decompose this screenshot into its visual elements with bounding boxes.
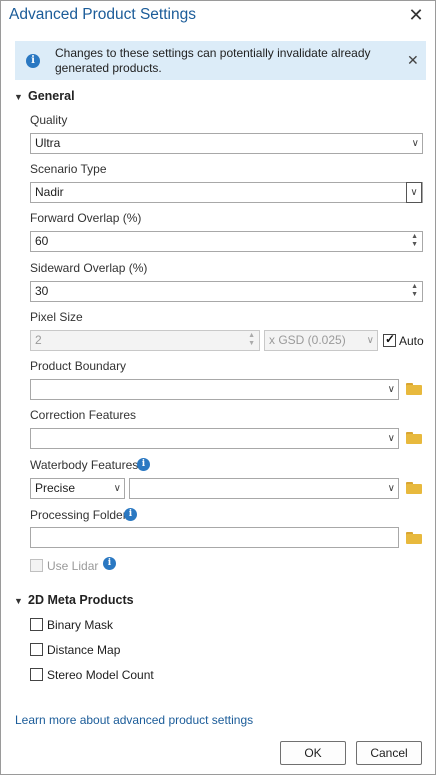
chevron-down-icon: ∨ <box>387 384 395 395</box>
pixel-size-unit: x GSD (0.025) <box>269 333 346 347</box>
forward-overlap-input[interactable]: 60 ▲ ▼ <box>30 231 423 252</box>
scenario-type-dropdown[interactable]: Nadir ∨ <box>30 182 423 203</box>
pixel-size-label: Pixel Size <box>30 310 83 324</box>
waterbody-features-label: Waterbody Features <box>30 458 139 472</box>
section-general[interactable]: ▼ General <box>14 89 75 103</box>
info-icon[interactable]: i <box>103 557 116 570</box>
info-banner: i Changes to these settings can potentia… <box>15 41 426 80</box>
processing-folder-label: Processing Folder <box>30 508 127 522</box>
banner-close-icon[interactable]: ✕ <box>407 52 419 69</box>
chevron-down-icon: ▼ <box>14 596 23 606</box>
chevron-down-icon: ∨ <box>411 138 419 149</box>
folder-icon[interactable] <box>406 482 422 494</box>
info-icon[interactable]: i <box>124 508 137 521</box>
chevron-down-icon: ∨ <box>113 483 121 494</box>
info-icon: i <box>26 54 40 68</box>
folder-icon[interactable] <box>406 383 422 395</box>
waterbody-features-dropdown[interactable]: ∨ <box>129 478 399 499</box>
folder-icon[interactable] <box>406 532 422 544</box>
spinner-icon[interactable]: ▲ ▼ <box>411 233 418 249</box>
pixel-size-value: 2 <box>35 333 42 347</box>
close-icon[interactable]: ✕ <box>406 5 426 25</box>
section-2d-meta-products-label: 2D Meta Products <box>28 593 134 607</box>
distance-map-checkbox[interactable] <box>30 643 43 656</box>
correction-features-label: Correction Features <box>30 408 137 422</box>
binary-mask-checkbox[interactable] <box>30 618 43 631</box>
info-icon[interactable]: i <box>137 458 150 471</box>
sideward-overlap-input[interactable]: 30 ▲ ▼ <box>30 281 423 302</box>
spinner-icon: ▲ ▼ <box>248 332 255 347</box>
scenario-type-value: Nadir <box>35 185 64 199</box>
ok-button[interactable]: OK <box>280 741 346 765</box>
quality-label: Quality <box>30 113 68 127</box>
forward-overlap-label: Forward Overlap (%) <box>30 211 142 225</box>
chevron-down-icon: ∨ <box>366 335 374 346</box>
sideward-overlap-value: 30 <box>35 284 49 298</box>
pixel-size-unit-dropdown[interactable]: x GSD (0.025) ∨ <box>264 330 378 351</box>
quality-dropdown[interactable]: Ultra ∨ <box>30 133 423 154</box>
pixel-size-input[interactable]: 2 ▲ ▼ <box>30 330 260 351</box>
stereo-model-count-checkbox[interactable] <box>30 668 43 681</box>
binary-mask-label: Binary Mask <box>47 618 114 632</box>
chevron-down-icon: ∨ <box>406 182 422 203</box>
section-2d-meta-products[interactable]: ▼ 2D Meta Products <box>14 593 134 607</box>
use-lidar-label: Use Lidar <box>47 559 99 573</box>
chevron-down-icon: ∨ <box>387 433 395 444</box>
waterbody-mode-dropdown[interactable]: Precise ∨ <box>30 478 125 499</box>
auto-label: Auto <box>399 334 424 348</box>
product-boundary-label: Product Boundary <box>30 359 127 373</box>
product-boundary-dropdown[interactable]: ∨ <box>30 379 399 400</box>
processing-folder-input[interactable] <box>30 527 399 548</box>
dialog-title: Advanced Product Settings <box>9 6 196 23</box>
chevron-down-icon: ▼ <box>14 92 23 102</box>
forward-overlap-value: 60 <box>35 234 49 248</box>
stereo-model-count-label: Stereo Model Count <box>47 668 154 682</box>
sideward-overlap-label: Sideward Overlap (%) <box>30 261 148 275</box>
cancel-button[interactable]: Cancel <box>356 741 422 765</box>
learn-more-link[interactable]: Learn more about advanced product settin… <box>15 713 253 727</box>
auto-checkbox[interactable] <box>383 332 396 347</box>
spinner-icon[interactable]: ▲ ▼ <box>411 283 418 299</box>
section-general-label: General <box>28 89 75 103</box>
quality-value: Ultra <box>35 136 61 150</box>
banner-message: Changes to these settings can potentiall… <box>55 46 371 75</box>
distance-map-label: Distance Map <box>47 643 121 657</box>
waterbody-mode-value: Precise <box>35 481 76 495</box>
scenario-type-label: Scenario Type <box>30 162 107 176</box>
use-lidar-checkbox[interactable] <box>30 559 43 572</box>
folder-icon[interactable] <box>406 432 422 444</box>
chevron-down-icon: ∨ <box>387 483 395 494</box>
correction-features-dropdown[interactable]: ∨ <box>30 428 399 449</box>
